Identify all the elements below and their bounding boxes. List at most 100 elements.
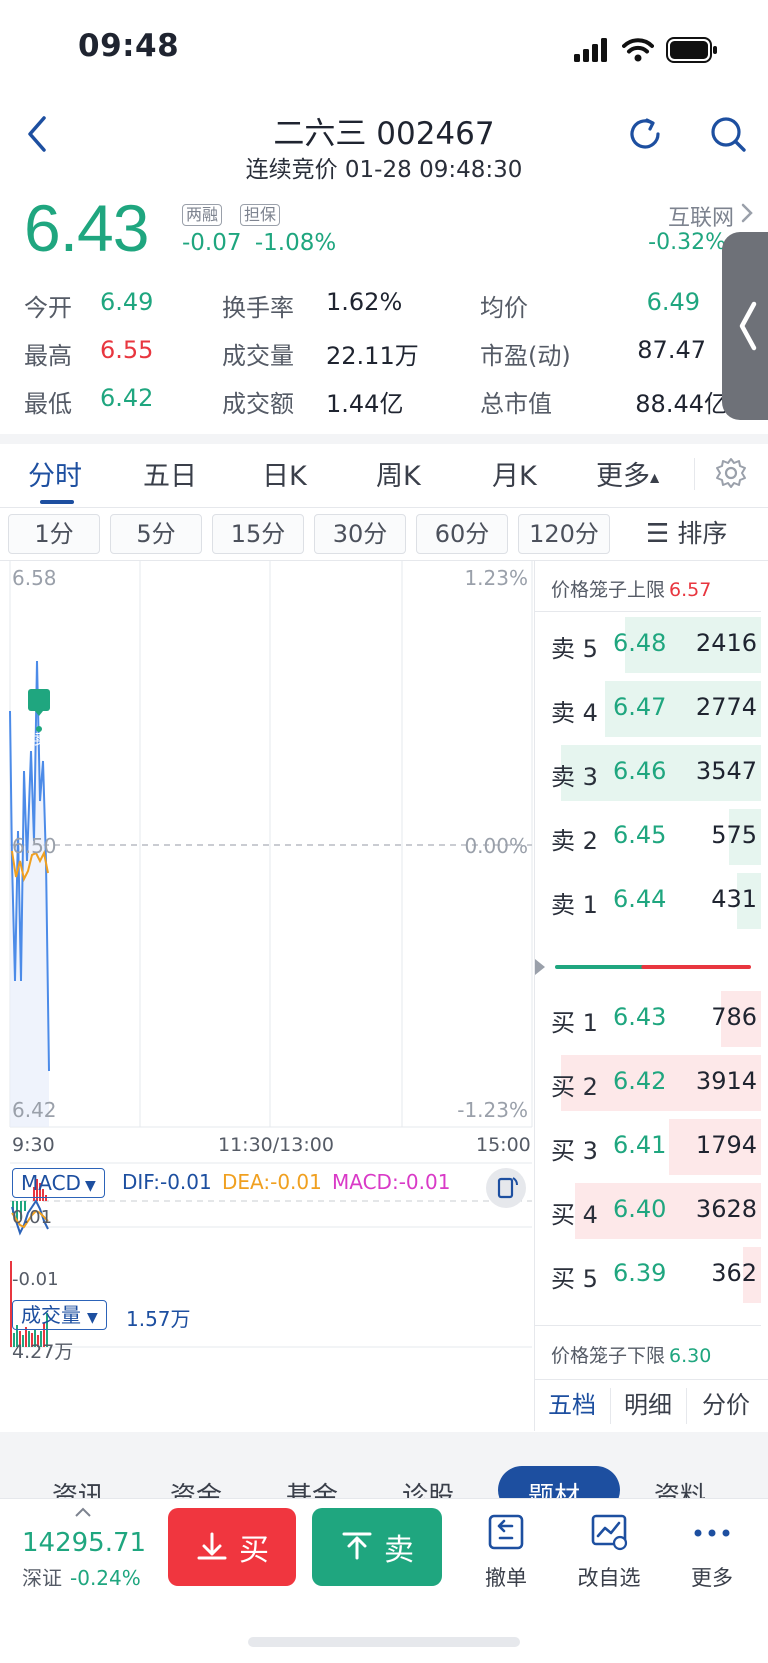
open-value: 6.49 <box>100 288 154 316</box>
bid-level-label: 买 5 <box>551 1265 598 1293</box>
chevron-right-icon[interactable] <box>740 202 754 224</box>
ask-level-label: 卖 4 <box>551 699 598 727</box>
tab-monthly-k[interactable]: 月K <box>492 454 537 493</box>
lower-limit-label: 价格笼子下限 <box>551 1345 666 1367</box>
price-change: -0.07 -1.08% <box>182 230 336 256</box>
tab-profile[interactable]: 资料 <box>654 1476 706 1498</box>
ask-level-label: 卖 2 <box>551 827 598 855</box>
turnover-label: 换手率 <box>222 294 294 322</box>
more-dots-icon[interactable] <box>692 1518 732 1548</box>
caret-up-icon[interactable] <box>74 1506 92 1518</box>
sort-label: 排序 <box>677 519 728 548</box>
buy-button[interactable]: 买 <box>168 1508 296 1586</box>
bid-row[interactable]: 买 5 6.39 362 <box>535 1247 768 1303</box>
search-icon[interactable] <box>708 114 748 154</box>
high-label: 最高 <box>24 342 72 370</box>
time-midday: 11:30/13:00 <box>218 1134 334 1156</box>
volume-dropdown-label: 成交量 <box>21 1303 81 1327</box>
bid-row[interactable]: 买 4 6.40 3628 <box>535 1183 768 1239</box>
pct-axis-bottom: -1.23% <box>457 1098 528 1122</box>
tab-five-levels[interactable]: 五档 <box>534 1380 610 1430</box>
bid-price: 6.40 <box>613 1195 667 1223</box>
refresh-icon[interactable] <box>625 114 665 154</box>
sell-button[interactable]: 卖 <box>312 1508 442 1586</box>
tab-diagnosis[interactable]: 诊股 <box>402 1476 454 1498</box>
ask-price: 6.44 <box>613 885 667 913</box>
change-value: -0.07 <box>182 230 242 256</box>
tab-more[interactable]: 更多▲ <box>596 454 659 493</box>
tab-funds[interactable]: 基金 <box>286 1476 338 1498</box>
tab-bottom-border <box>0 507 768 508</box>
avg-value: 6.49 <box>646 288 700 316</box>
low-value: 6.42 <box>100 384 154 412</box>
status-time: 09:48 <box>78 28 180 64</box>
lower-limit-divider <box>535 1325 761 1326</box>
edit-watchlist-icon[interactable] <box>589 1512 629 1552</box>
bid-row[interactable]: 买 1 6.43 786 <box>535 991 768 1047</box>
ask-row[interactable]: 卖 1 6.44 431 <box>535 873 768 929</box>
collateral-tag[interactable]: 担保 <box>240 204 281 226</box>
ask-row[interactable]: 卖 2 6.45 575 <box>535 809 768 865</box>
volume-value: 22.11万 <box>326 342 419 370</box>
rotate-glyph <box>497 1177 519 1199</box>
sector-name[interactable]: 互联网 <box>668 200 734 232</box>
macd-dropdown-label: MACD <box>21 1171 81 1195</box>
side-drawer-handle[interactable] <box>722 232 768 420</box>
tab-five-day[interactable]: 五日 <box>143 454 197 493</box>
macd-dropdown[interactable]: MACD ▼ <box>12 1168 105 1198</box>
section-divider <box>0 434 768 444</box>
tab-weekly-k[interactable]: 周K <box>376 454 421 493</box>
ask-level-label: 卖 1 <box>551 891 598 919</box>
interval-5min[interactable]: 5分 <box>110 514 202 554</box>
rotate-screen-icon[interactable] <box>486 1168 526 1208</box>
y-axis-bottom: 6.42 <box>12 1098 57 1122</box>
active-tab-indicator <box>40 500 74 504</box>
pct-axis-mid: 0.00% <box>464 834 528 858</box>
amount-value: 1.44亿 <box>326 390 404 418</box>
index-summary[interactable]: 深证 -0.24% <box>22 1562 141 1591</box>
y-axis-top: 6.58 <box>12 566 57 590</box>
tab-details[interactable]: 明细 <box>610 1380 686 1430</box>
ask-row[interactable]: 卖 5 6.48 2416 <box>535 617 768 673</box>
bid-quantity: 1794 <box>695 1131 757 1159</box>
tab-intraday[interactable]: 分时 <box>28 454 82 493</box>
bid-row[interactable]: 买 3 6.41 1794 <box>535 1119 768 1175</box>
ask-quantity: 431 <box>711 885 757 913</box>
cancel-order-label[interactable]: 撤单 <box>461 1562 551 1592</box>
bid-row[interactable]: 买 2 6.42 3914 <box>535 1055 768 1111</box>
ask-row[interactable]: 卖 3 6.46 3547 <box>535 745 768 801</box>
cancel-order-icon[interactable] <box>486 1512 526 1552</box>
tab-daily-k[interactable]: 日K <box>262 454 307 493</box>
volume-current: 1.57万 <box>126 1307 191 1331</box>
home-indicator[interactable] <box>248 1637 520 1647</box>
edit-watchlist-label[interactable]: 改自选 <box>564 1562 654 1592</box>
volume-axis-max: 4.27万 <box>12 1341 74 1363</box>
pe-label: 市盈(动) <box>480 342 571 370</box>
mcap-value: 88.44亿 <box>635 390 728 418</box>
volume-dropdown[interactable]: 成交量 ▼ <box>12 1300 107 1330</box>
ask-row[interactable]: 卖 4 6.47 2774 <box>535 681 768 737</box>
interval-15min[interactable]: 15分 <box>212 514 304 554</box>
more-label[interactable]: 更多 <box>667 1562 757 1592</box>
upload-arrow-icon <box>342 1532 372 1560</box>
tab-funds-flow[interactable]: 资金 <box>170 1476 222 1498</box>
settings-gear-icon[interactable] <box>714 456 748 490</box>
interval-120min[interactable]: 120分 <box>518 514 610 554</box>
index-value[interactable]: 14295.71 <box>22 1528 146 1558</box>
pct-axis-top: 1.23% <box>464 566 528 590</box>
low-label: 最低 <box>24 390 72 418</box>
interval-30min[interactable]: 30分 <box>314 514 406 554</box>
upper-limit: 价格笼子上限 6.57 <box>551 575 711 602</box>
sort-button[interactable]: ☰ 排序 <box>646 514 727 554</box>
stock-detail-screen: 09:48 二六三 002467 连续竞价 01-28 09:48:30 6.4… <box>0 0 768 1663</box>
bid-quantity: 3914 <box>695 1067 757 1095</box>
ask-quantity: 2774 <box>695 693 757 721</box>
interval-1min[interactable]: 1分 <box>8 514 100 554</box>
tab-price-distribution[interactable]: 分价 <box>686 1380 766 1430</box>
margin-trading-tag[interactable]: 两融 <box>182 204 223 226</box>
chevron-left-icon <box>739 301 757 351</box>
tab-themes[interactable]: 题材 <box>528 1476 580 1498</box>
tab-news[interactable]: 资讯 <box>52 1476 104 1498</box>
ask-level-label: 卖 3 <box>551 763 598 791</box>
interval-60min[interactable]: 60分 <box>416 514 508 554</box>
